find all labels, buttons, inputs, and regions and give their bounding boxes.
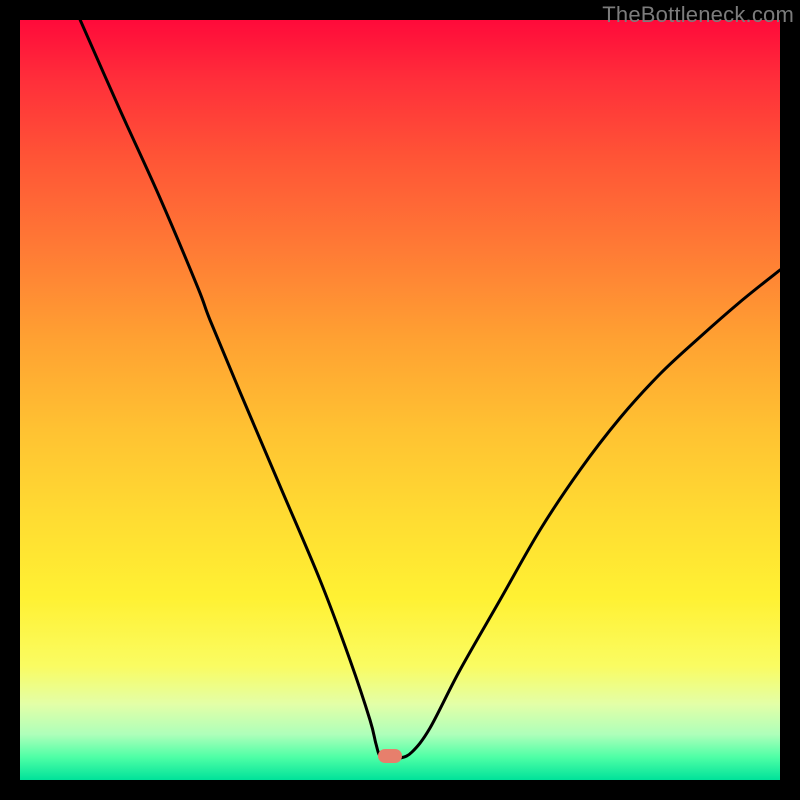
optimum-marker (378, 749, 402, 763)
watermark-text: TheBottleneck.com (602, 2, 794, 28)
plot-frame (20, 20, 780, 780)
bottleneck-curve (20, 20, 780, 780)
